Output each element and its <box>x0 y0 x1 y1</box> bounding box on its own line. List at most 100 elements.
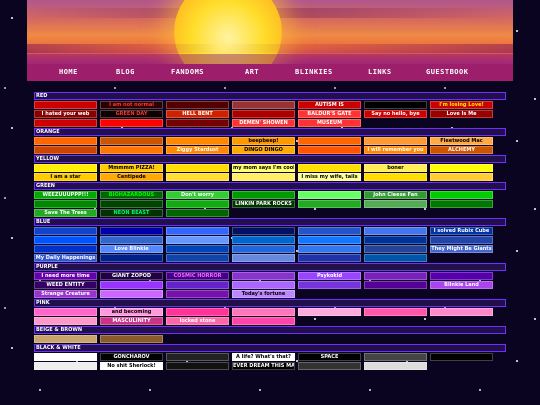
blinkie[interactable]: My Daily Happenings <box>34 254 97 262</box>
blinkie[interactable] <box>166 290 229 298</box>
blinkie[interactable]: GREEN DAY <box>100 110 163 118</box>
blinkie[interactable] <box>100 335 163 343</box>
blinkie[interactable]: Blinkie Land <box>430 281 493 289</box>
blinkie[interactable]: John Cleese Fan <box>364 191 427 199</box>
blinkie[interactable]: They Might Be Giants <box>430 245 493 253</box>
blinkie[interactable] <box>34 101 97 109</box>
blinkie[interactable] <box>232 281 295 289</box>
blinkie[interactable]: Ziggy Stardust <box>166 146 229 154</box>
blinkie[interactable]: DINGO DINGO <box>232 146 295 154</box>
blinkie[interactable] <box>232 308 295 316</box>
blinkie[interactable]: boner <box>364 164 427 172</box>
blinkie[interactable]: Mmmmm PIZZA! <box>100 164 163 172</box>
blinkie[interactable]: Don't worry <box>166 191 229 199</box>
blinkie[interactable]: I am not normal <box>100 101 163 109</box>
blinkie[interactable] <box>232 317 295 325</box>
blinkie[interactable]: Today's fortune <box>232 290 295 298</box>
blinkie[interactable] <box>430 236 493 244</box>
blinkie[interactable] <box>232 245 295 253</box>
blinkie[interactable] <box>232 236 295 244</box>
blinkie[interactable]: Love Is Me <box>430 110 493 118</box>
blinkie[interactable] <box>364 200 427 208</box>
blinkie[interactable] <box>298 200 361 208</box>
blinkie[interactable]: Strange Creature <box>34 290 97 298</box>
blinkie[interactable] <box>298 362 361 370</box>
blinkie[interactable] <box>298 254 361 262</box>
blinkie[interactable]: Fleetwood Mac <box>430 137 493 145</box>
blinkie[interactable] <box>364 272 427 280</box>
blinkie[interactable]: Say no hello, bye <box>364 110 427 118</box>
blinkie[interactable] <box>364 101 427 109</box>
blinkie[interactable]: NEON BEAST <box>100 209 163 217</box>
blinkie[interactable]: EVER DREAM THIS MAN? <box>232 362 295 370</box>
blinkie[interactable]: and becoming <box>100 308 163 316</box>
blinkie[interactable]: BIOHAZARDOUS <box>100 191 163 199</box>
blinkie[interactable]: I will remember you <box>364 146 427 154</box>
blinkie[interactable] <box>232 173 295 181</box>
nav-art[interactable]: ART <box>245 68 259 76</box>
blinkie[interactable] <box>298 137 361 145</box>
blinkie[interactable] <box>34 362 97 370</box>
blinkie[interactable] <box>100 137 163 145</box>
blinkie[interactable] <box>166 362 229 370</box>
blinkie[interactable] <box>166 245 229 253</box>
blinkie[interactable]: BALDUR'S GATE <box>298 110 361 118</box>
blinkie[interactable] <box>100 236 163 244</box>
blinkie[interactable]: SPACE <box>298 353 361 361</box>
blinkie[interactable] <box>100 227 163 235</box>
blinkie[interactable]: I need more time <box>34 272 97 280</box>
blinkie[interactable] <box>34 164 97 172</box>
blinkie[interactable] <box>166 119 229 127</box>
nav-guestbook[interactable]: GUESTBOOK <box>426 68 468 76</box>
blinkie[interactable] <box>364 137 427 145</box>
blinkie[interactable] <box>430 191 493 199</box>
blinkie[interactable] <box>298 308 361 316</box>
blinkie[interactable] <box>166 101 229 109</box>
blinkie[interactable] <box>166 137 229 145</box>
blinkie[interactable] <box>298 164 361 172</box>
blinkie[interactable] <box>298 245 361 253</box>
blinkie[interactable] <box>34 317 97 325</box>
blinkie[interactable] <box>364 362 427 370</box>
blinkie[interactable]: No shit Sherlock! <box>100 362 163 370</box>
blinkie[interactable] <box>364 173 427 181</box>
blinkie[interactable] <box>100 200 163 208</box>
nav-fandoms[interactable]: FANDOMS <box>171 68 204 76</box>
blinkie[interactable]: locked stone <box>166 317 229 325</box>
blinkie[interactable] <box>34 245 97 253</box>
blinkie[interactable] <box>298 146 361 154</box>
blinkie[interactable]: COSMIC HORROR <box>166 272 229 280</box>
blinkie[interactable] <box>166 236 229 244</box>
blinkie[interactable]: beepbeep! <box>232 137 295 145</box>
nav-blinkies[interactable]: BLINKIES <box>295 68 333 76</box>
blinkie[interactable] <box>34 137 97 145</box>
blinkie[interactable]: I am a star <box>34 173 97 181</box>
blinkie[interactable]: my mom says I'm cool <box>232 164 295 172</box>
blinkie[interactable] <box>166 353 229 361</box>
blinkie[interactable] <box>100 281 163 289</box>
blinkie[interactable] <box>232 227 295 235</box>
blinkie[interactable] <box>100 290 163 298</box>
blinkie[interactable] <box>166 173 229 181</box>
blinkie[interactable] <box>364 308 427 316</box>
blinkie[interactable]: Save The Trees <box>34 209 97 217</box>
blinkie[interactable] <box>34 308 97 316</box>
blinkie[interactable]: WEEZUUUPPP!!! <box>34 191 97 199</box>
nav-blog[interactable]: BLOG <box>116 68 135 76</box>
blinkie[interactable]: Centipede <box>100 173 163 181</box>
blinkie[interactable] <box>166 254 229 262</box>
blinkie[interactable] <box>364 236 427 244</box>
blinkie[interactable] <box>364 227 427 235</box>
blinkie[interactable] <box>166 281 229 289</box>
blinkie[interactable] <box>100 146 163 154</box>
blinkie[interactable] <box>430 200 493 208</box>
blinkie[interactable] <box>430 164 493 172</box>
blinkie[interactable]: LINKIN PARK ROCKS <box>232 200 295 208</box>
blinkie[interactable] <box>34 146 97 154</box>
blinkie[interactable]: GIANT ZOPOD <box>100 272 163 280</box>
blinkie[interactable]: I'm losing Love! <box>430 101 493 109</box>
blinkie[interactable] <box>34 353 97 361</box>
nav-links[interactable]: LINKS <box>368 68 392 76</box>
blinkie[interactable] <box>166 227 229 235</box>
blinkie[interactable]: GONCHAROV <box>100 353 163 361</box>
